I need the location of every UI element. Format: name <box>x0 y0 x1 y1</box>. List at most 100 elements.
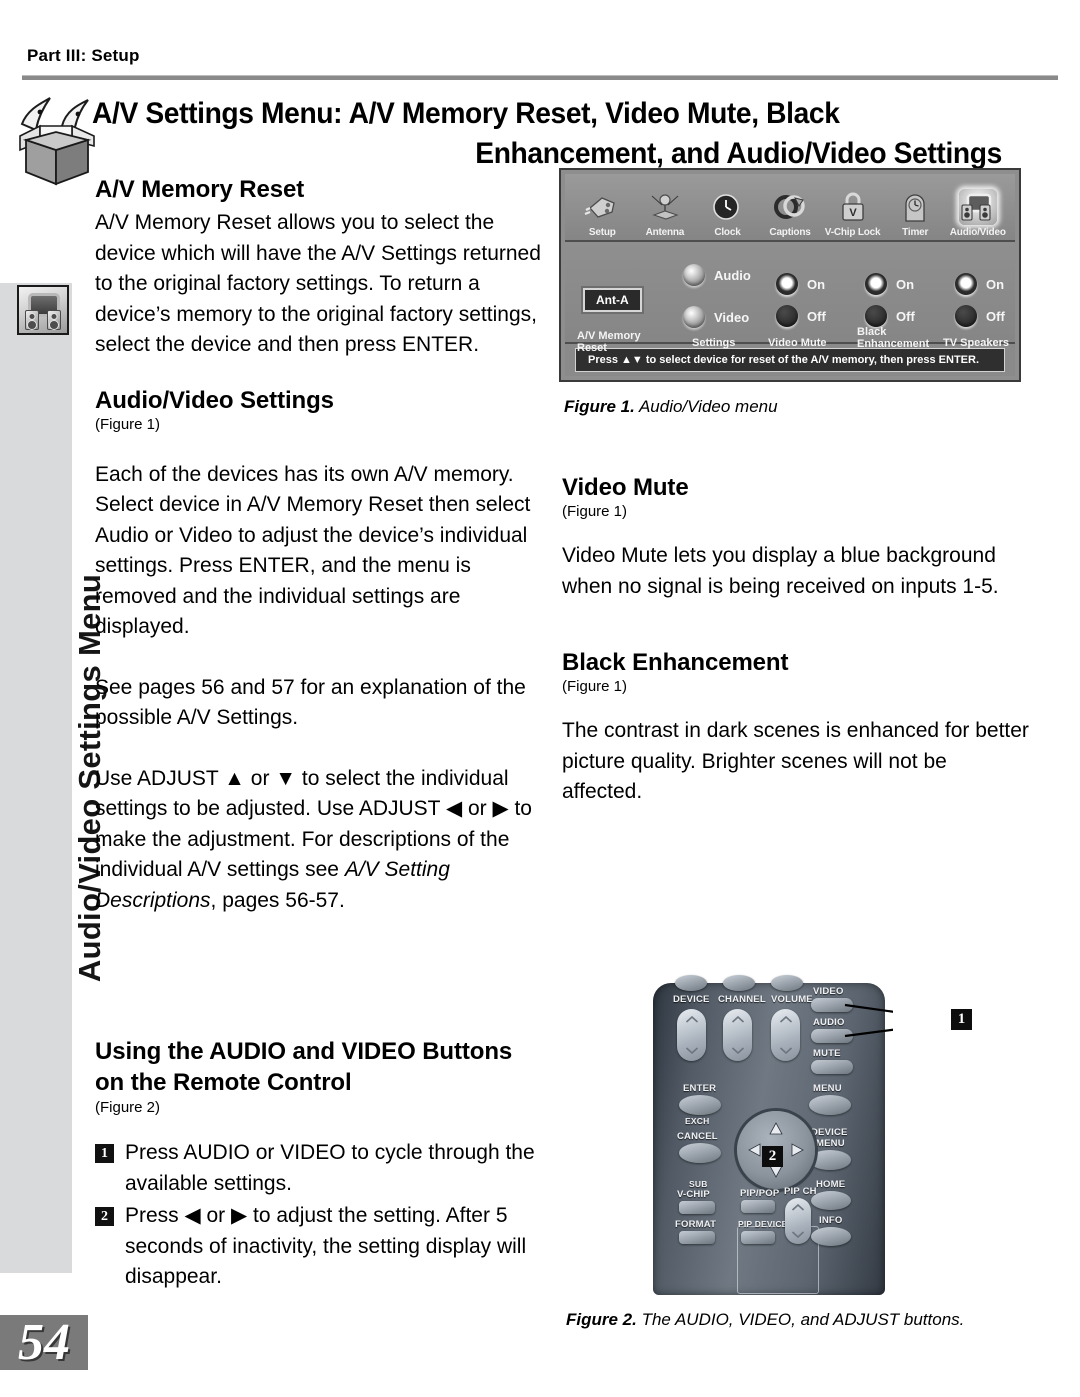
menu-icon-row: Setup Antenna Clock Captions V V-Chip Lo… <box>565 174 1015 242</box>
radio-knob-on[interactable] <box>776 273 798 295</box>
plug-icon <box>583 189 621 225</box>
menu-item-timer[interactable]: Timer <box>884 189 947 238</box>
heading-black-enhancement: Black Enhancement <box>562 649 789 676</box>
device-rocker[interactable] <box>677 1009 706 1061</box>
video-mute-option-on[interactable]: On <box>776 273 826 295</box>
arrow-right-icon: ▶ <box>231 1204 248 1227</box>
video-mute-option-off[interactable]: Off <box>776 305 826 327</box>
cancel-button[interactable] <box>679 1143 721 1163</box>
tv-speakers-option-off[interactable]: Off <box>955 305 1005 327</box>
remote-label-video: VIDEO <box>813 986 844 997</box>
menu-button[interactable] <box>809 1095 851 1115</box>
figure-ref-1c: (Figure 1) <box>562 678 628 695</box>
settings-option-video[interactable]: Video <box>683 306 751 328</box>
menu-item-label: Timer <box>902 227 929 238</box>
page-title: A/V Settings Menu: A/V Memory Reset, Vid… <box>92 94 1002 174</box>
home-button[interactable] <box>811 1191 851 1210</box>
step-text-1: Press AUDIO or VIDEO to cycle through th… <box>125 1141 535 1195</box>
radio-knob-off[interactable] <box>955 305 977 327</box>
device-menu-button[interactable] <box>809 1150 851 1170</box>
av-memory-value[interactable]: Ant-A <box>583 288 642 312</box>
figure-ref-1a: (Figure 1) <box>95 415 161 433</box>
option-label: On <box>986 276 1005 292</box>
pip-ch-rocker[interactable] <box>785 1198 811 1244</box>
arrow-down-icon: ▼ <box>275 766 297 790</box>
remote-label-format: FORMAT <box>675 1219 717 1230</box>
remote-label-channel: CHANNEL <box>718 994 766 1005</box>
menu-item-captions[interactable]: Captions <box>759 189 822 238</box>
enter-button[interactable] <box>679 1095 721 1115</box>
option-label: Off <box>807 308 826 324</box>
step-text-2: Press ◀ or ▶ to adjust the setting. Afte… <box>125 1201 557 1293</box>
arrow-right-icon: ▶ <box>492 797 509 820</box>
figure-1-caption-bold: Figure 1. <box>564 397 635 416</box>
tv-speakers-option-on[interactable]: On <box>955 273 1005 295</box>
steps-list: 1 Press AUDIO or VIDEO to cycle through … <box>95 1138 557 1293</box>
radio-knob-on[interactable] <box>955 273 977 295</box>
mute-button[interactable] <box>811 1060 853 1074</box>
menu-item-label: Captions <box>769 227 811 238</box>
radio-knob-off[interactable] <box>865 305 887 327</box>
body-audio-video-para2: See pages 56 and 57 for an explanation o… <box>95 675 526 730</box>
remote-label-sub: SUB <box>689 1179 708 1189</box>
menu-item-clock[interactable]: Clock <box>696 189 759 238</box>
pip-pop-button[interactable] <box>741 1200 775 1213</box>
settings-option-audio[interactable]: Audio <box>683 264 751 286</box>
remote-top-button-3[interactable] <box>771 975 803 991</box>
video-mute-caption: Video Mute <box>768 337 827 349</box>
remote-top-button-2[interactable] <box>723 975 755 991</box>
av-settings-panel: Ant-A A/V Memory Reset Audio Video Setti… <box>565 242 1015 354</box>
black-enh-option-on[interactable]: On <box>865 273 915 295</box>
remote-buttons-section: Using the AUDIO and VIDEO Buttons on the… <box>95 1036 557 1295</box>
audio-button[interactable] <box>811 1029 853 1043</box>
radio-knob-audio[interactable] <box>683 264 705 286</box>
black-enhancement-caption: Black Enhancement <box>857 326 929 350</box>
black-enh-caption-line1: Black <box>857 326 887 338</box>
remote-label-pip-ch: PIP CH <box>784 1186 817 1197</box>
adjust-text-a: Use ADJUST <box>95 766 225 790</box>
remote-label-volume: VOLUME <box>771 994 813 1005</box>
page-number: 54 <box>0 1315 88 1370</box>
dpad-up-arrow <box>769 1122 783 1135</box>
menu-item-audio-video[interactable]: Audio/Video <box>946 189 1009 238</box>
figure-ref-1b: (Figure 1) <box>562 503 628 520</box>
pip-device-button[interactable] <box>741 1231 775 1244</box>
channel-rocker[interactable] <box>723 1009 752 1061</box>
av-memory-label-line2: Reset <box>577 342 607 354</box>
list-item: 2 Press ◀ or ▶ to adjust the setting. Af… <box>95 1201 557 1293</box>
page-title-line1: A/V Settings Menu: A/V Memory Reset, Vid… <box>92 97 840 130</box>
menu-item-vchip-lock[interactable]: V V-Chip Lock <box>821 189 884 238</box>
info-button[interactable] <box>811 1227 851 1246</box>
remote-label-menu: MENU <box>813 1083 842 1094</box>
step-number-2: 2 <box>95 1207 114 1226</box>
captions-icon <box>771 189 809 225</box>
figure-2-remote: DEVICE CHANNEL VOLUME VIDEO AUDIO MUTE E… <box>645 975 893 1295</box>
radio-knob-on[interactable] <box>865 273 887 295</box>
dpad-down-arrow <box>769 1165 783 1178</box>
heading-av-memory-reset: A/V Memory Reset <box>95 176 305 203</box>
adjust-text-b: or <box>244 766 276 790</box>
figure-ref-2: (Figure 2) <box>95 1099 161 1116</box>
black-enh-option-off[interactable]: Off <box>865 305 915 327</box>
option-label: Video <box>714 309 750 325</box>
radio-knob-video[interactable] <box>683 306 705 328</box>
remote-top-button-1[interactable] <box>675 975 707 991</box>
volume-rocker[interactable] <box>771 1009 800 1061</box>
figure-2-caption: Figure 2. The AUDIO, VIDEO, and ADJUST b… <box>566 1310 964 1330</box>
remote-label-info: INFO <box>819 1215 843 1226</box>
figure-2-caption-bold: Figure 2. <box>566 1310 637 1329</box>
figure-1-caption: Figure 1. Audio/Video menu <box>564 397 778 417</box>
header-divider <box>22 75 1058 80</box>
remote-label-exch: EXCH <box>685 1116 710 1126</box>
menu-item-antenna[interactable]: Antenna <box>634 189 697 238</box>
vchip-button[interactable] <box>679 1201 715 1214</box>
arrow-left-icon: ◀ <box>184 1204 201 1227</box>
radio-knob-off[interactable] <box>776 305 798 327</box>
format-button[interactable] <box>679 1231 715 1244</box>
clock-icon <box>708 189 746 225</box>
video-mute-group: On Off <box>776 273 826 337</box>
menu-item-setup[interactable]: Setup <box>571 189 634 238</box>
video-button[interactable] <box>811 998 853 1012</box>
sidebar-tab: Audio/Video Settings Menu <box>0 283 107 1273</box>
callout-1: 1 <box>951 1009 972 1030</box>
